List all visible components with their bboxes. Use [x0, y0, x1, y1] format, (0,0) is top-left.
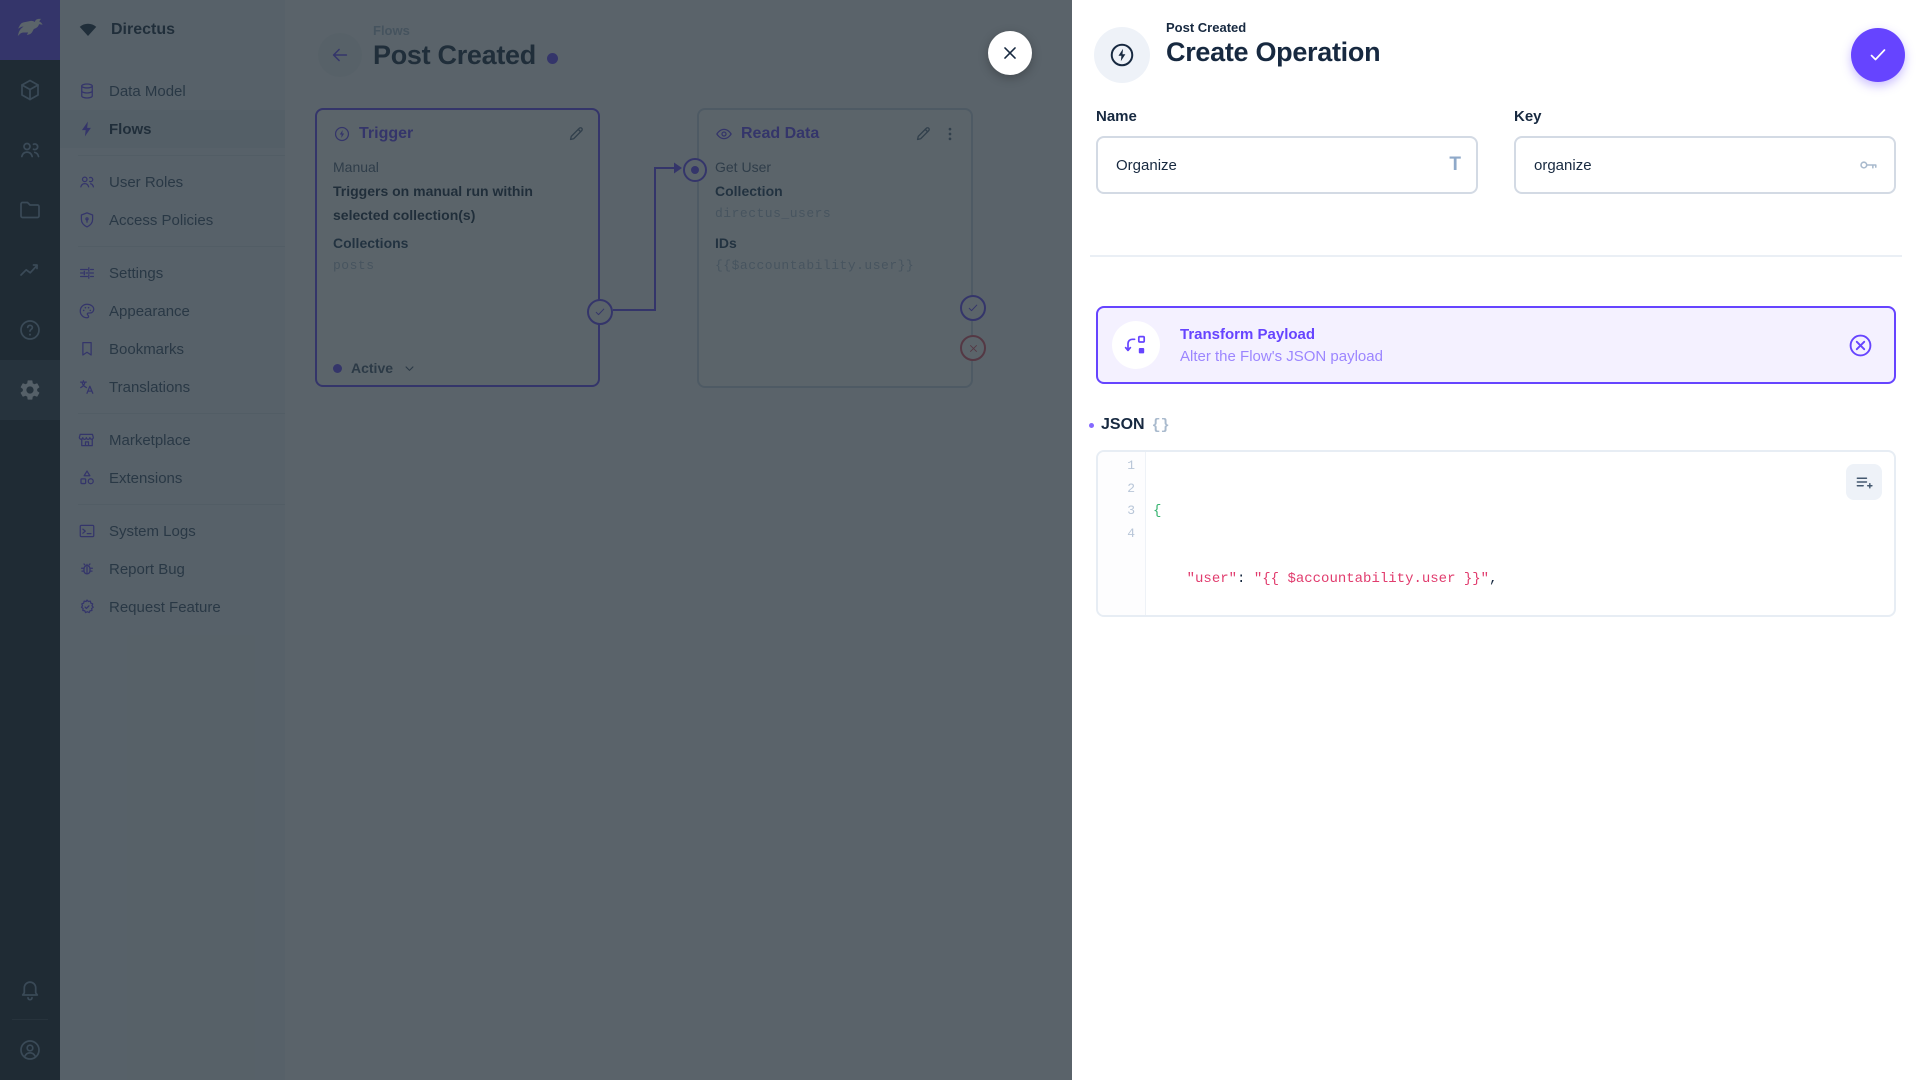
name-field-group: Name T [1096, 108, 1478, 194]
key-input[interactable] [1516, 138, 1894, 192]
close-icon [1004, 47, 1016, 59]
drawer-overlay[interactable] [0, 0, 1072, 1080]
transform-payload-avatar [1112, 321, 1160, 369]
bolt-circle-icon [1110, 43, 1134, 67]
app-window: Flows Post Created Trigger Manual Trigge… [0, 0, 1920, 1080]
selected-operation-card[interactable]: Transform Payload Alter the Flow's JSON … [1096, 306, 1896, 384]
operation-card-title: Transform Payload [1180, 325, 1316, 343]
check-icon [1870, 49, 1886, 61]
key-label: Key [1514, 108, 1542, 125]
json-code-area[interactable]: { "user": "{{ $accountability.user }}", … [1146, 452, 1894, 615]
section-divider [1090, 255, 1902, 257]
key-field-group: Key [1514, 108, 1896, 194]
deselect-operation-button[interactable] [1847, 332, 1874, 359]
drawer-breadcrumb: Post Created [1166, 20, 1247, 35]
line-number-gutter: 1 2 3 4 [1098, 452, 1146, 615]
name-input[interactable] [1098, 138, 1476, 192]
create-operation-drawer: Post Created Create Operation Name T Key [1072, 0, 1920, 1080]
required-dot [1089, 422, 1094, 428]
close-drawer-button[interactable] [988, 31, 1032, 75]
transform-icon [1124, 335, 1146, 354]
key-icon [1857, 154, 1879, 176]
braces-icon: {} [1151, 416, 1170, 434]
title-format-icon: T [1449, 154, 1461, 175]
insert-field-button[interactable] [1846, 464, 1882, 500]
json-label: JSON [1101, 416, 1145, 433]
playlist-add-icon [1856, 477, 1873, 489]
drawer-title: Create Operation [1166, 37, 1381, 67]
json-code-editor: 1 2 3 4 { "user": "{{ $accountability.us… [1096, 450, 1896, 617]
operation-header-icon [1094, 27, 1150, 83]
name-label: Name [1096, 108, 1137, 125]
save-operation-button[interactable] [1851, 28, 1905, 82]
operation-card-subtitle: Alter the Flow's JSON payload [1180, 347, 1383, 365]
x-circle-icon [1849, 334, 1872, 356]
json-field-header: JSON {} [1089, 415, 1170, 435]
